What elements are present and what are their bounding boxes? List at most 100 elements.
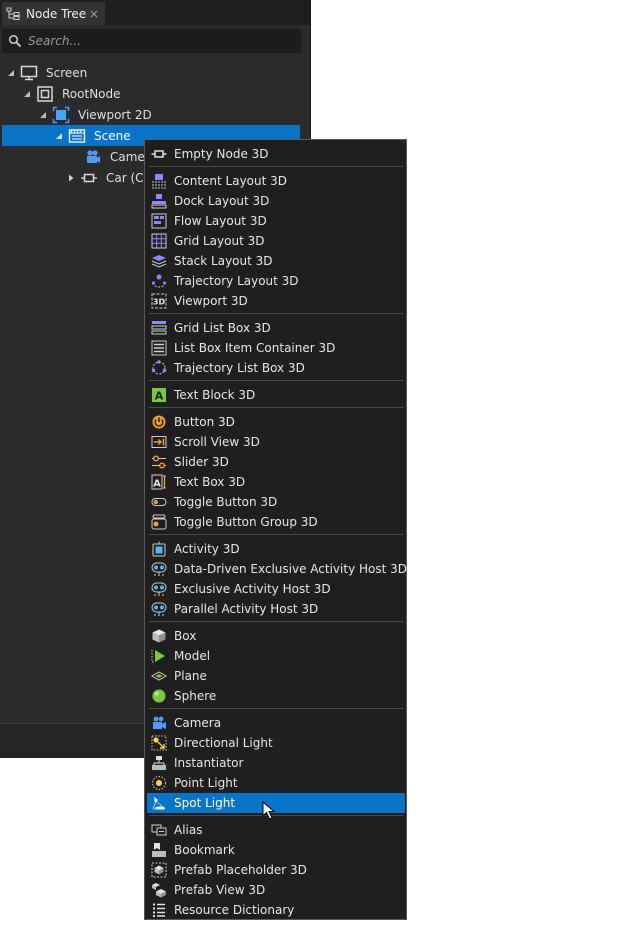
- menu-item-plane[interactable]: Plane: [147, 666, 405, 686]
- menu-item-label: Trajectory List Box 3D: [174, 361, 305, 375]
- camera-icon: [153, 716, 166, 729]
- search-box: [2, 29, 301, 53]
- activity-host-icon: [151, 602, 167, 616]
- menu-item-flow-layout-3d[interactable]: Flow Layout 3D: [147, 211, 405, 231]
- tree-item-rootnode[interactable]: RootNode: [0, 83, 300, 104]
- menu-item-resource-dictionary[interactable]: Resource Dictionary: [147, 900, 405, 920]
- expand-arrow-icon[interactable]: [38, 110, 48, 120]
- menu-item-prefab-placeholder-3d[interactable]: Prefab Placeholder 3D: [147, 860, 405, 880]
- menu-item-stack-layout-3d[interactable]: Stack Layout 3D: [147, 251, 405, 271]
- menu-item-label: Flow Layout 3D: [174, 214, 267, 228]
- menu-item-list-box-item-container-3d[interactable]: List Box Item Container 3D: [147, 338, 405, 358]
- expand-arrow-icon[interactable]: [6, 68, 16, 78]
- menu-item-point-light[interactable]: Point Light: [147, 773, 405, 793]
- search-input[interactable]: [26, 33, 290, 49]
- menu-item-exclusive-activity-host-3d[interactable]: Exclusive Activity Host 3D: [147, 579, 405, 599]
- trajectory-list-box-icon: [151, 360, 167, 375]
- menu-item-scroll-view-3d[interactable]: Scroll View 3D: [147, 432, 405, 452]
- menu-item-grid-list-box-3d[interactable]: Grid List Box 3D: [147, 318, 405, 338]
- point-light-icon: [152, 776, 166, 790]
- menu-item-sphere[interactable]: Sphere: [147, 686, 405, 706]
- tree-item-viewport-2d[interactable]: Viewport 2D: [0, 104, 300, 125]
- root-node-icon: [37, 85, 53, 102]
- menu-item-camera[interactable]: Camera: [147, 713, 405, 733]
- menu-item-label: Viewport 3D: [174, 294, 248, 308]
- menu-item-slider-3d[interactable]: Slider 3D: [147, 452, 405, 472]
- menu-item-grid-layout-3d[interactable]: Grid Layout 3D: [147, 231, 405, 251]
- menu-item-activity-3d[interactable]: Activity 3D: [147, 539, 405, 559]
- menu-item-prefab-view-3d[interactable]: Prefab View 3D: [147, 880, 405, 900]
- tree-item-label: Screen: [46, 65, 88, 80]
- close-icon[interactable]: ×: [89, 7, 99, 21]
- menu-item-label: Instantiator: [174, 756, 244, 770]
- menu-item-label: Activity 3D: [174, 542, 240, 556]
- empty-node-icon: [81, 173, 97, 182]
- menu-separator: [149, 708, 403, 709]
- button-icon: [152, 415, 166, 429]
- menu-item-label: Resource Dictionary: [174, 903, 295, 917]
- grid-layout-icon: [151, 233, 167, 249]
- menu-item-box[interactable]: Box: [147, 626, 405, 646]
- menu-item-toggle-button-3d[interactable]: Toggle Button 3D: [147, 492, 405, 512]
- menu-item-parallel-activity-host-3d[interactable]: Parallel Activity Host 3D: [147, 599, 405, 619]
- menu-item-label: Toggle Button Group 3D: [174, 515, 318, 529]
- menu-item-label: Text Block 3D: [174, 388, 256, 402]
- menu-item-directional-light[interactable]: Directional Light: [147, 733, 405, 753]
- expand-arrow-icon[interactable]: [54, 131, 64, 141]
- menu-item-label: Data-Driven Exclusive Activity Host 3D: [174, 562, 407, 576]
- menu-item-button-3d[interactable]: Button 3D: [147, 412, 405, 432]
- menu-item-label: Box: [174, 629, 197, 643]
- viewport-2d-icon: [52, 106, 70, 123]
- menu-item-dock-layout-3d[interactable]: Dock Layout 3D: [147, 191, 405, 211]
- menu-item-label: Directional Light: [174, 736, 273, 750]
- menu-item-label: Model: [174, 649, 211, 663]
- collapse-arrow-icon[interactable]: [66, 173, 76, 183]
- menu-item-label: Bookmark: [174, 843, 235, 857]
- menu-item-content-layout-3d[interactable]: Content Layout 3D: [147, 171, 405, 191]
- menu-item-label: Grid List Box 3D: [174, 321, 271, 335]
- menu-item-label: Camera: [174, 716, 222, 730]
- menu-item-alias[interactable]: Alias: [147, 820, 405, 840]
- menu-item-label: Plane: [174, 669, 207, 683]
- menu-item-trajectory-list-box-3d[interactable]: Trajectory List Box 3D: [147, 358, 405, 378]
- tree-item-screen[interactable]: Screen: [0, 62, 300, 83]
- svg-text:3D: 3D: [153, 298, 166, 307]
- menu-item-text-box-3d[interactable]: A Text Box 3D: [147, 472, 405, 492]
- prefab-view-icon: [152, 883, 166, 898]
- box-icon: [152, 629, 166, 643]
- svg-text:A: A: [155, 390, 164, 403]
- search-icon: [8, 34, 22, 48]
- menu-item-data-driven-exclusive-activity-host-3d[interactable]: Data-Driven Exclusive Activity Host 3D: [147, 559, 407, 579]
- slider-icon: [152, 455, 166, 469]
- menu-separator: [149, 313, 403, 314]
- tree-item-label: Car (C: [106, 170, 144, 185]
- menu-item-text-block-3d[interactable]: A Text Block 3D: [147, 385, 405, 405]
- menu-item-label: Sphere: [174, 689, 217, 703]
- trajectory-layout-icon: [152, 274, 166, 288]
- menu-item-label: Slider 3D: [174, 455, 229, 469]
- scroll-view-icon: [151, 436, 167, 448]
- menu-item-label: Prefab Placeholder 3D: [174, 863, 307, 877]
- scene-icon: [68, 128, 86, 143]
- node-tree-icon: [6, 7, 20, 20]
- menu-item-viewport-3d[interactable]: 3D Viewport 3D: [147, 291, 405, 311]
- tree-item-label: Scene: [94, 128, 131, 143]
- plane-icon: [151, 671, 167, 681]
- menu-item-label: Dock Layout 3D: [174, 194, 270, 208]
- menu-item-trajectory-layout-3d[interactable]: Trajectory Layout 3D: [147, 271, 405, 291]
- menu-item-instantiator[interactable]: Instantiator: [147, 753, 405, 773]
- tab-node-tree[interactable]: Node Tree ×: [2, 2, 105, 25]
- toggle-button-icon: [151, 498, 167, 506]
- menu-item-empty-node-3d[interactable]: Empty Node 3D: [147, 144, 405, 164]
- activity-host-icon: [151, 562, 167, 576]
- menu-item-label: Parallel Activity Host 3D: [174, 602, 319, 616]
- expand-arrow-icon[interactable]: [22, 89, 32, 99]
- resource-dictionary-icon: [153, 903, 165, 917]
- menu-item-label: Empty Node 3D: [174, 147, 269, 161]
- tree-item-label: Viewport 2D: [78, 107, 152, 122]
- menu-separator: [149, 621, 403, 622]
- tab-title: Node Tree: [26, 6, 87, 21]
- menu-item-bookmark[interactable]: Bookmark: [147, 840, 405, 860]
- menu-item-model[interactable]: Model: [147, 646, 405, 666]
- menu-item-toggle-button-group-3d[interactable]: Toggle Button Group 3D: [147, 512, 405, 532]
